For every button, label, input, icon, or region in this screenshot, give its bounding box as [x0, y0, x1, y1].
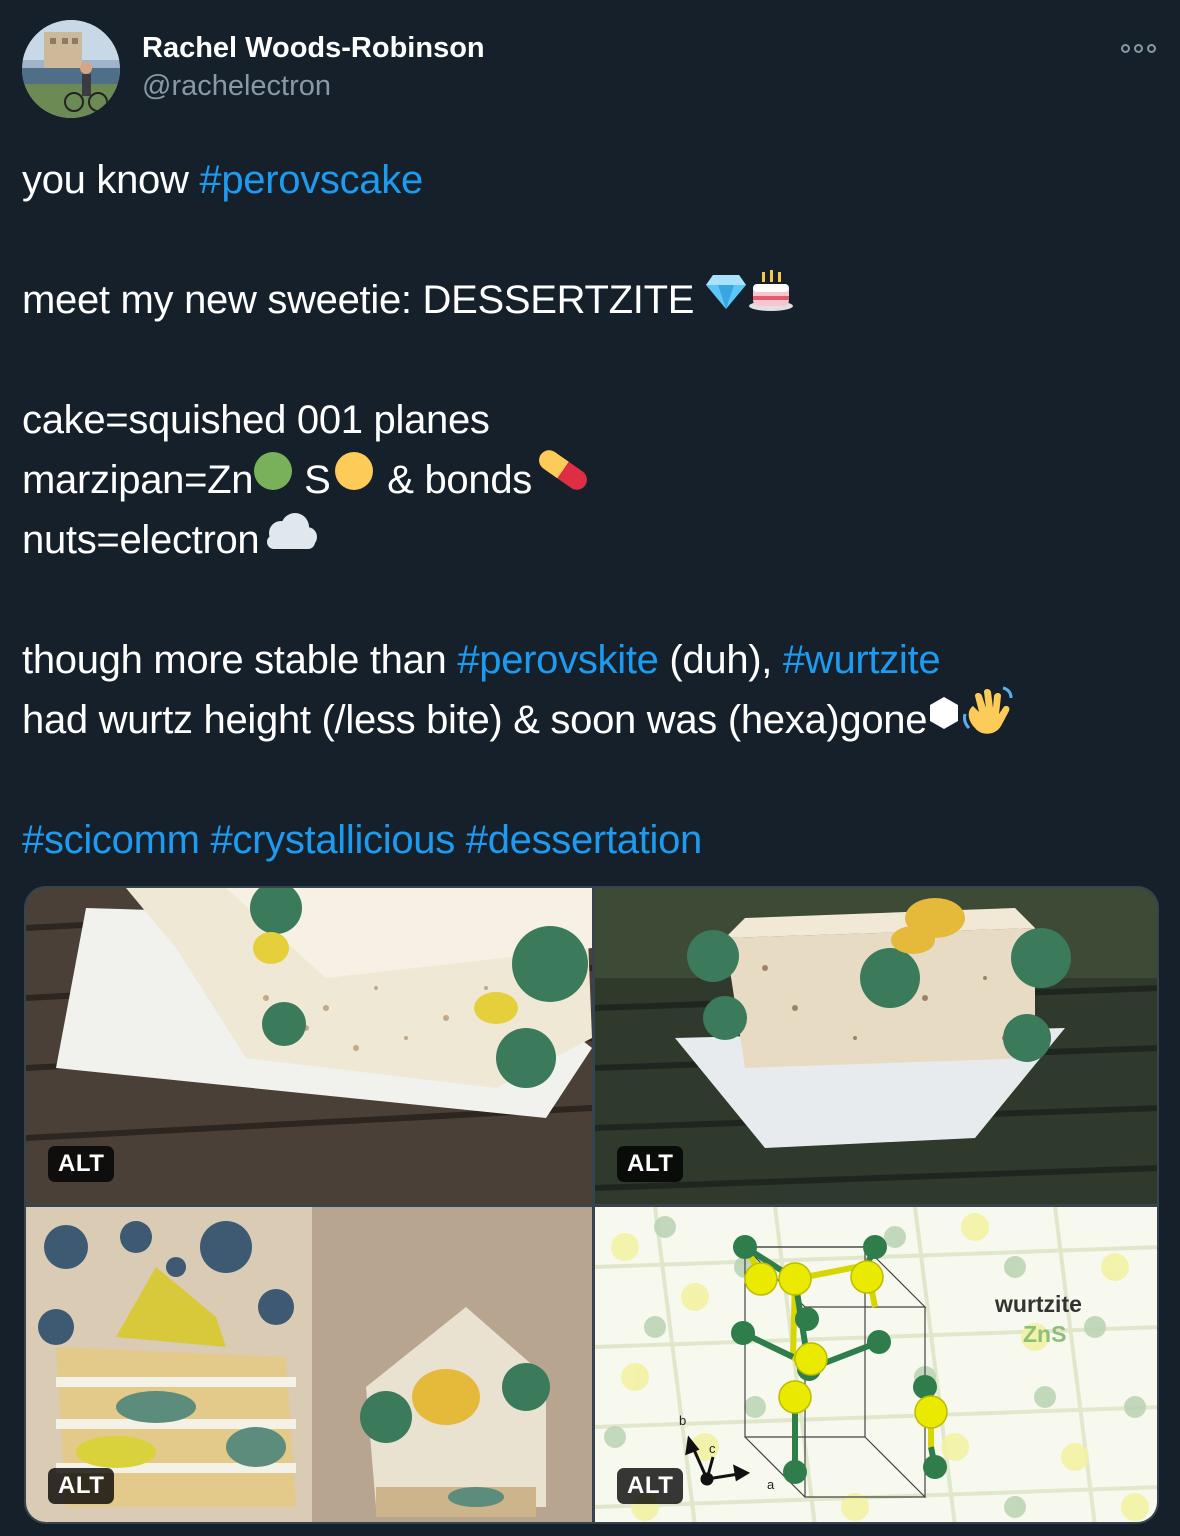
- alt-badge[interactable]: ALT: [617, 1468, 684, 1504]
- tweet-text-line: nuts=electron: [22, 518, 260, 562]
- tweet-text-line: S: [293, 458, 331, 502]
- tweet-text-line: though more stable than: [22, 638, 458, 682]
- diagram-formula: ZnS: [1023, 1321, 1067, 1347]
- axis-c-label: c: [709, 1441, 716, 1456]
- photo-cake-table[interactable]: ALT: [595, 888, 1157, 1204]
- tweet-header: Rachel Woods-Robinson @rachelectron: [22, 20, 1162, 120]
- author-name[interactable]: Rachel Woods-Robinson: [142, 32, 485, 65]
- alt-badge[interactable]: ALT: [48, 1146, 115, 1182]
- more-options-icon[interactable]: [1118, 38, 1158, 58]
- tweet-text-line: had wurtz height (/less bite) & soon was…: [22, 698, 928, 742]
- avatar[interactable]: [22, 20, 120, 118]
- gem-stone-icon: [705, 268, 747, 328]
- axis-a-label: a: [767, 1477, 775, 1492]
- tweet-text-line: meet my new sweetie: DESSERTZITE: [22, 278, 705, 322]
- white-hexagon-icon: [927, 688, 961, 748]
- birthday-cake-icon: [747, 268, 795, 329]
- tweet-text-line: & bonds: [376, 458, 532, 502]
- axis-b-label: b: [679, 1413, 687, 1428]
- tweet-text-line: (duh),: [658, 638, 783, 682]
- tweet-text-line: marzipan=Zn: [22, 458, 254, 502]
- tweet-text-line: you know: [22, 158, 200, 202]
- tweet-text: you know #perovscake meet my new sweetie…: [22, 150, 1162, 870]
- green-circle-icon: [253, 448, 293, 508]
- author-handle[interactable]: @rachelectron: [142, 70, 331, 103]
- media-grid: ALT ALT ALT b c a wurtzite ZnS ALT: [24, 886, 1159, 1524]
- diagram-title: wurtzite: [995, 1291, 1082, 1317]
- hashtag-wurtzite[interactable]: #wurtzite: [783, 638, 941, 682]
- hashtag-perovscake[interactable]: #perovscake: [199, 158, 423, 202]
- alt-badge[interactable]: ALT: [48, 1468, 115, 1504]
- alt-badge[interactable]: ALT: [617, 1146, 684, 1182]
- hashtag-crystallicious[interactable]: #crystallicious: [210, 818, 455, 862]
- tweet-text-line: cake=squished 001 planes: [22, 398, 490, 442]
- cloud-icon: [259, 508, 321, 568]
- photo-cake-closeup[interactable]: ALT: [26, 888, 592, 1204]
- wurtzite-structure-diagram[interactable]: b c a wurtzite ZnS ALT: [595, 1207, 1157, 1522]
- hashtag-perovskite[interactable]: #perovskite: [457, 638, 659, 682]
- yellow-circle-icon: [330, 448, 376, 508]
- waving-hand-icon: [961, 684, 1013, 753]
- hashtag-dessertation[interactable]: #dessertation: [466, 818, 703, 862]
- photo-cake-slices[interactable]: ALT: [26, 1207, 592, 1522]
- hashtag-scicomm[interactable]: #scicomm: [22, 818, 200, 862]
- pill-icon: [532, 446, 594, 511]
